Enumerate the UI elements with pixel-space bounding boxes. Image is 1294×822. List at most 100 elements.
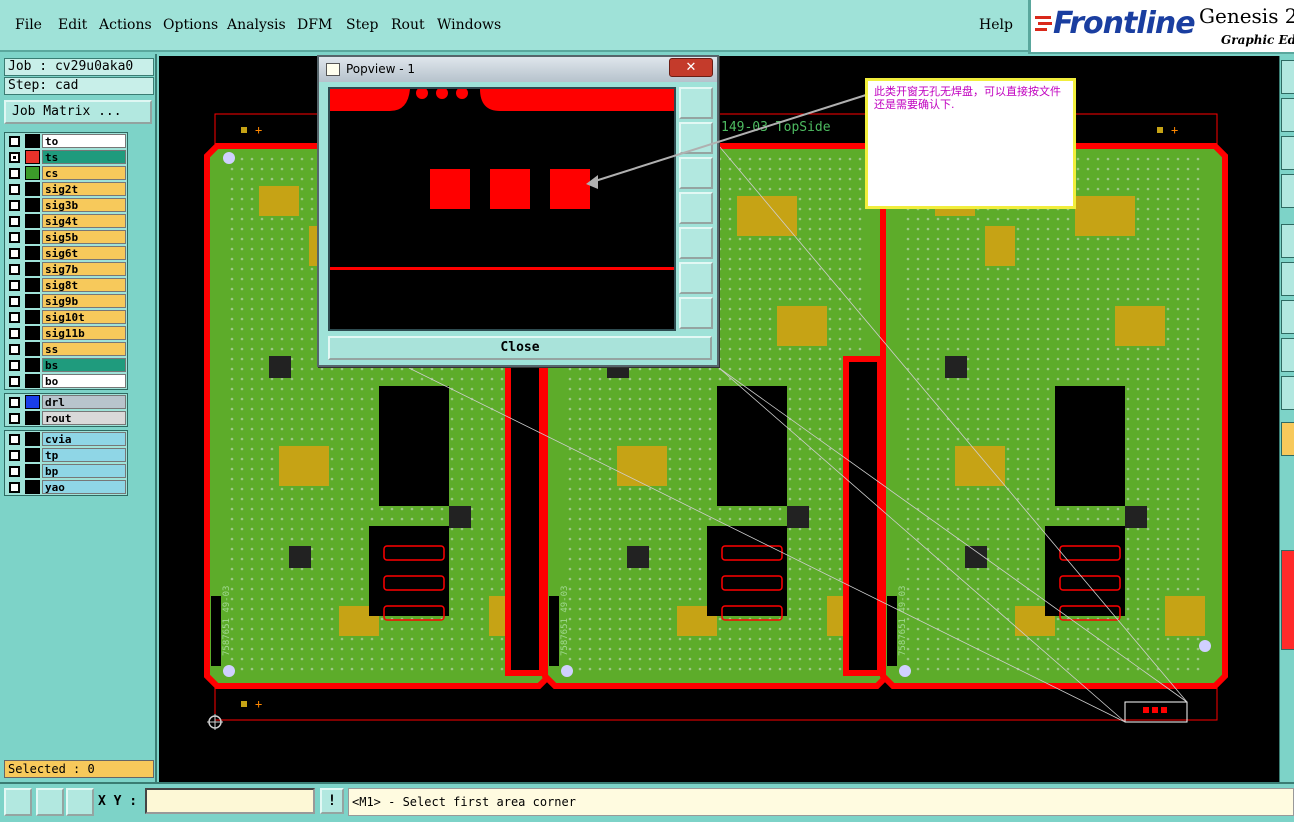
- job-matrix-button[interactable]: Job Matrix ...: [4, 100, 152, 124]
- layer-checkbox[interactable]: [9, 328, 20, 339]
- layer-name[interactable]: sig2t: [42, 182, 126, 196]
- layer-name[interactable]: sig5b: [42, 230, 126, 244]
- layer-name[interactable]: bs: [42, 358, 126, 372]
- layer-name[interactable]: tp: [42, 448, 126, 462]
- layer-checkbox[interactable]: [9, 466, 20, 477]
- layer-row-rout[interactable]: rout: [5, 410, 127, 426]
- right-tool-2[interactable]: [1281, 98, 1294, 132]
- layer-row-sig9b[interactable]: sig9b: [5, 293, 127, 309]
- layer-row-sig11b[interactable]: sig11b: [5, 325, 127, 341]
- layer-color-swatch[interactable]: [25, 374, 40, 388]
- layer-checkbox[interactable]: [9, 360, 20, 371]
- layer-name[interactable]: cvia: [42, 432, 126, 446]
- layer-color-swatch[interactable]: [25, 326, 40, 340]
- pan-up-icon[interactable]: [679, 122, 713, 154]
- layer-color-swatch[interactable]: [25, 432, 40, 446]
- layer-row-cvia[interactable]: cvia: [5, 431, 127, 447]
- layer-row-to[interactable]: to: [5, 133, 127, 149]
- zoom-in-icon[interactable]: [679, 262, 713, 294]
- layer-name[interactable]: sig6t: [42, 246, 126, 260]
- layer-name[interactable]: drl: [42, 395, 126, 409]
- layer-color-swatch[interactable]: [25, 262, 40, 276]
- layer-name[interactable]: ss: [42, 342, 126, 356]
- right-tool-3[interactable]: [1281, 136, 1294, 170]
- layer-checkbox[interactable]: [9, 152, 20, 163]
- xy-input[interactable]: [145, 788, 315, 814]
- menu-file[interactable]: File: [15, 17, 42, 33]
- measure-icon[interactable]: [36, 788, 64, 816]
- menu-windows[interactable]: Windows: [437, 17, 501, 33]
- layer-color-swatch[interactable]: [25, 395, 40, 409]
- layer-color-swatch[interactable]: [25, 342, 40, 356]
- menu-rout[interactable]: Rout: [391, 17, 425, 33]
- layer-row-tp[interactable]: tp: [5, 447, 127, 463]
- layer-color-swatch[interactable]: [25, 294, 40, 308]
- pan-left-icon[interactable]: [679, 192, 713, 224]
- layer-row-sig2t[interactable]: sig2t: [5, 181, 127, 197]
- layer-checkbox[interactable]: [9, 482, 20, 493]
- right-tool-1[interactable]: [1281, 60, 1294, 94]
- grid-icon[interactable]: [66, 788, 94, 816]
- layer-checkbox[interactable]: [9, 413, 20, 424]
- pan-right-icon[interactable]: [679, 227, 713, 259]
- menu-help[interactable]: Help: [979, 17, 1013, 33]
- layer-color-swatch[interactable]: [25, 411, 40, 425]
- layer-checkbox[interactable]: [9, 184, 20, 195]
- layer-name[interactable]: sig11b: [42, 326, 126, 340]
- right-tool-6[interactable]: [1281, 262, 1294, 296]
- zoom-area-icon[interactable]: [4, 788, 32, 816]
- menu-options[interactable]: Options: [163, 17, 218, 33]
- right-tool-7[interactable]: [1281, 300, 1294, 334]
- zoom-fit-icon[interactable]: [679, 87, 713, 119]
- menu-step[interactable]: Step: [346, 17, 378, 33]
- layer-name[interactable]: sig7b: [42, 262, 126, 276]
- menu-dfm[interactable]: DFM: [297, 17, 332, 33]
- close-icon[interactable]: ✕: [669, 58, 713, 77]
- right-tool-5[interactable]: [1281, 224, 1294, 258]
- layer-row-yao[interactable]: yao: [5, 479, 127, 495]
- layer-checkbox[interactable]: [9, 248, 20, 259]
- layer-row-sig10t[interactable]: sig10t: [5, 309, 127, 325]
- layer-row-sig7b[interactable]: sig7b: [5, 261, 127, 277]
- layer-color-swatch[interactable]: [25, 448, 40, 462]
- layer-row-bp[interactable]: bp: [5, 463, 127, 479]
- layer-row-ts[interactable]: ts: [5, 149, 127, 165]
- layer-name[interactable]: ts: [42, 150, 126, 164]
- warning-button[interactable]: !: [320, 788, 344, 814]
- right-tool-4[interactable]: [1281, 174, 1294, 208]
- layer-color-swatch[interactable]: [25, 358, 40, 372]
- layer-name[interactable]: rout: [42, 411, 126, 425]
- layer-row-ss[interactable]: ss: [5, 341, 127, 357]
- layer-row-drl[interactable]: drl: [5, 394, 127, 410]
- layer-name[interactable]: to: [42, 134, 126, 148]
- layer-name[interactable]: yao: [42, 480, 126, 494]
- layer-checkbox[interactable]: [9, 200, 20, 211]
- layer-checkbox[interactable]: [9, 344, 20, 355]
- layer-checkbox[interactable]: [9, 168, 20, 179]
- layer-row-sig6t[interactable]: sig6t: [5, 245, 127, 261]
- layer-checkbox[interactable]: [9, 312, 20, 323]
- menu-analysis[interactable]: Analysis: [227, 17, 286, 33]
- layer-checkbox[interactable]: [9, 397, 20, 408]
- layer-color-swatch[interactable]: [25, 464, 40, 478]
- layer-name[interactable]: sig3b: [42, 198, 126, 212]
- layer-row-bo[interactable]: bo: [5, 373, 127, 389]
- layer-checkbox[interactable]: [9, 136, 20, 147]
- layer-color-swatch[interactable]: [25, 134, 40, 148]
- popview-canvas[interactable]: [328, 87, 676, 331]
- layer-color-swatch[interactable]: [25, 230, 40, 244]
- menu-actions[interactable]: Actions: [99, 17, 152, 33]
- right-tool-10[interactable]: [1281, 422, 1294, 456]
- pan-down-icon[interactable]: [679, 157, 713, 189]
- layer-color-swatch[interactable]: [25, 182, 40, 196]
- layer-checkbox[interactable]: [9, 216, 20, 227]
- layer-color-swatch[interactable]: [25, 246, 40, 260]
- layer-name[interactable]: cs: [42, 166, 126, 180]
- layer-name[interactable]: bo: [42, 374, 126, 388]
- layer-row-sig8t[interactable]: sig8t: [5, 277, 127, 293]
- zoom-out-icon[interactable]: [679, 297, 713, 329]
- layer-checkbox[interactable]: [9, 450, 20, 461]
- layer-name[interactable]: sig9b: [42, 294, 126, 308]
- layer-color-swatch[interactable]: [25, 480, 40, 494]
- layer-checkbox[interactable]: [9, 232, 20, 243]
